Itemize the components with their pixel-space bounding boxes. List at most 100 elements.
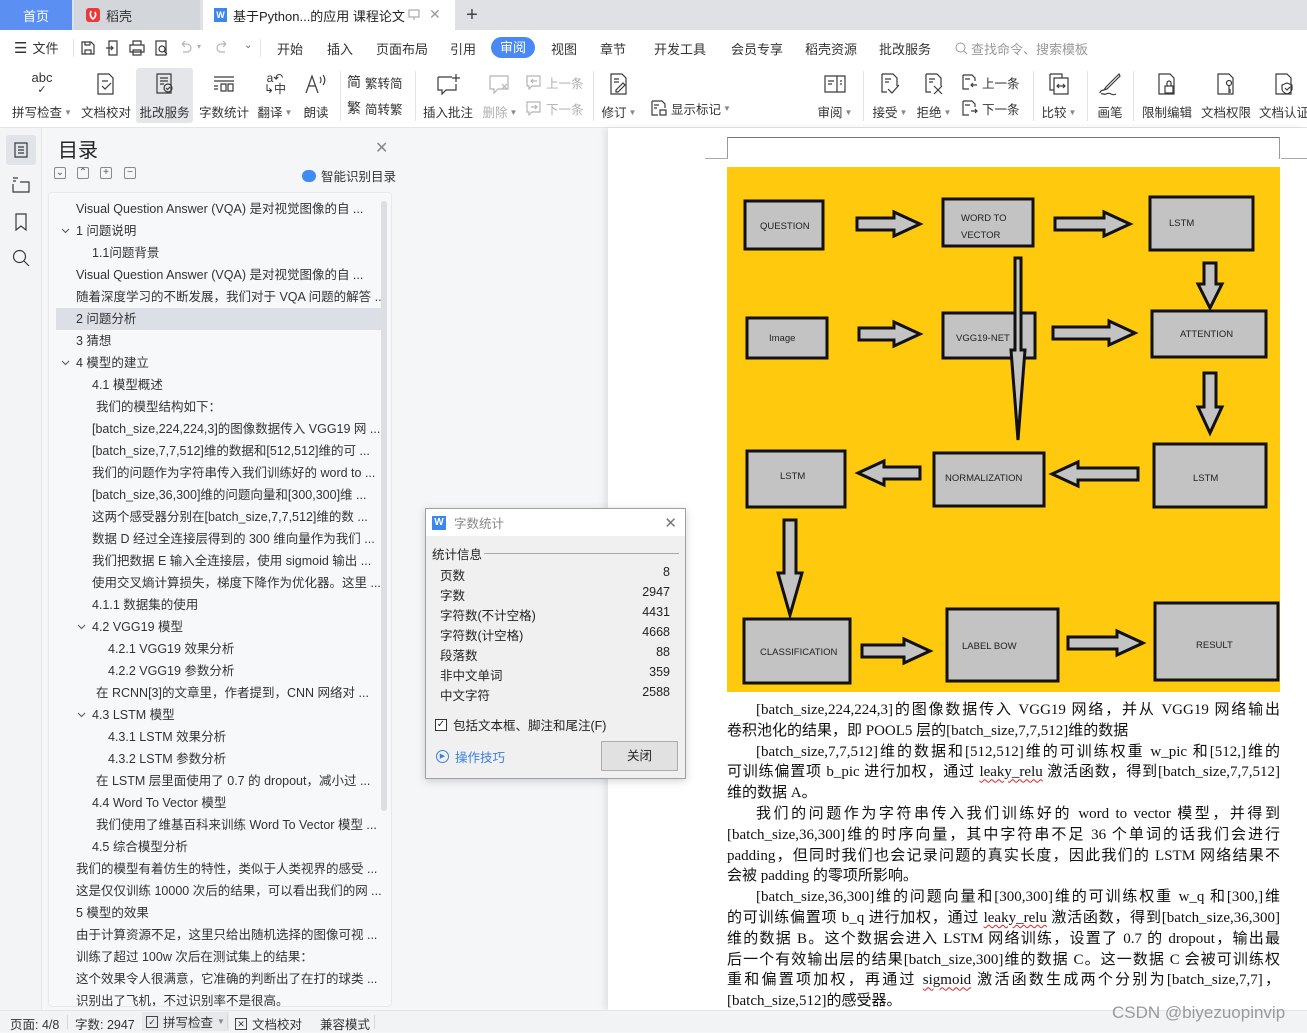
toc-item[interactable]: [batch_size,7,7,512]维的数据和[512,512]维的可 ..…: [49, 440, 381, 462]
menu-tab-view[interactable]: 视图: [551, 39, 577, 58]
menu-tab-home[interactable]: 开始: [277, 39, 303, 58]
spelling-error-word[interactable]: leaky_relu: [984, 910, 1047, 926]
toc-item[interactable]: 5 模型的效果: [49, 902, 381, 924]
redo-icon[interactable]: [214, 40, 230, 56]
toc-item[interactable]: 我们的问题作为字符串传入我们训练好的 word to ...: [49, 462, 381, 484]
page-header-area[interactable]: [727, 137, 1280, 159]
chapter-nav-button[interactable]: [6, 170, 36, 200]
document-body-text[interactable]: [batch_size,224,224,3]的图像数据传入 VGG19 网络，并…: [727, 700, 1280, 1012]
toc-item[interactable]: [batch_size,224,224,3]的图像数据传入 VGG19 网 ..…: [49, 418, 381, 440]
toc-item[interactable]: 1.1问题背景: [49, 242, 381, 264]
insert-comment-button[interactable]: 插入批注: [421, 68, 475, 123]
save-icon[interactable]: [80, 40, 96, 56]
toc-item[interactable]: 这是仅仅训练 10000 次后的结果，可以看出我们的网 ...: [49, 880, 381, 902]
bookmark-button[interactable]: [6, 207, 36, 237]
simp-to-trad-button[interactable]: 繁简转繁: [347, 98, 403, 118]
grading-service-button[interactable]: 批改服务: [136, 68, 193, 123]
toc-item[interactable]: 随着深度学习的不断发展，我们对于 VQA 问题的解答 ...: [49, 286, 381, 308]
review-pane-button[interactable]: 审阅 ▼: [816, 68, 854, 123]
spell-check-status-button[interactable]: ✓ 拼写检查 ▼: [142, 1012, 229, 1031]
toc-item[interactable]: 我们把数据 E 输入全连接层，使用 sigmoid 输出 ...: [49, 550, 381, 572]
toc-item[interactable]: 4.5 综合模型分析: [49, 836, 381, 858]
toc-item[interactable]: 数据 D 经过全连接层得到的 300 维向量作为我们 ...: [49, 528, 381, 550]
menu-tab-review[interactable]: 审阅: [491, 37, 536, 58]
chevron-down-icon[interactable]: [61, 359, 70, 367]
toc-item-selected[interactable]: 2 问题分析: [56, 308, 381, 330]
undo-icon[interactable]: [178, 40, 194, 56]
toc-item[interactable]: Visual Question Answer (VQA) 是对视觉图像的自 ..…: [49, 198, 381, 220]
toc-item[interactable]: 这两个感受器分别在[batch_size,7,7,512]维的数 ...: [49, 506, 381, 528]
track-changes-button[interactable]: 修订 ▼: [600, 68, 638, 123]
menu-tab-daoke-resources[interactable]: 稻壳资源: [805, 39, 857, 58]
toc-scrollbar-thumb[interactable]: [381, 201, 387, 811]
tab-home[interactable]: 首页: [0, 0, 72, 30]
word-count-indicator[interactable]: 字数: 2947: [75, 1014, 135, 1033]
monitor-icon[interactable]: [408, 9, 420, 21]
menu-tab-references[interactable]: 引用: [450, 39, 476, 58]
tab-close-icon[interactable]: ✕: [429, 6, 441, 23]
read-aloud-button[interactable]: 朗读: [300, 68, 332, 123]
reject-button[interactable]: 拒绝 ▼: [915, 68, 953, 123]
toc-item[interactable]: 4.3 LSTM 模型: [49, 704, 381, 726]
show-markup-button[interactable]: 显示标记 ▼: [651, 98, 731, 118]
toc-item[interactable]: 4.1 模型概述: [49, 374, 381, 396]
toc-item[interactable]: 我们的模型有着仿生的特性，类似于人类视界的感受 ...: [49, 858, 381, 880]
tab-document[interactable]: W 基于Python...的应用 课程论文 ✕: [203, 0, 455, 30]
toc-item[interactable]: 4.4 Word To Vector 模型: [49, 792, 381, 814]
toc-item[interactable]: 3 猜想: [49, 330, 381, 352]
toc-item[interactable]: 4.3.2 LSTM 参数分析: [49, 748, 381, 770]
doc-proof-button[interactable]: 文档校对: [80, 68, 132, 123]
prev-comment-button[interactable]: 上一条: [526, 72, 584, 92]
trad-to-simp-button[interactable]: 简繁转简: [347, 72, 403, 92]
chevron-down-icon[interactable]: [77, 711, 86, 719]
quick-access-more-icon[interactable]: ⌄: [244, 40, 252, 51]
menu-tab-developer[interactable]: 开发工具: [654, 39, 706, 58]
toc-item[interactable]: 在 RCNN[3]的文章里，作者提到，CNN 网络对 ...: [49, 682, 381, 704]
export-pdf-icon[interactable]: [105, 40, 121, 56]
menu-tab-insert[interactable]: 插入: [327, 39, 353, 58]
pen-button[interactable]: 画笔: [1094, 68, 1126, 123]
toc-item[interactable]: 1 问题说明: [49, 220, 381, 242]
expand-all-icon[interactable]: ⌄: [54, 167, 66, 179]
find-button[interactable]: [6, 243, 36, 273]
restrict-editing-button[interactable]: 限制编辑: [1140, 68, 1194, 123]
menu-tab-grading[interactable]: 批改服务: [879, 39, 931, 58]
toc-item[interactable]: 使用交叉熵计算损失，梯度下降作为优化器。这里 ...: [49, 572, 381, 594]
toc-item[interactable]: 由于计算资源不足，这里只给出随机选择的图像可视 ...: [49, 924, 381, 946]
close-icon[interactable]: ✕: [664, 514, 677, 532]
toc-item[interactable]: 4.1.1 数据集的使用: [49, 594, 381, 616]
word-count-button[interactable]: 字数统计: [198, 68, 250, 123]
toc-item[interactable]: 4.2.1 VGG19 效果分析: [49, 638, 381, 660]
spelling-error-word[interactable]: leaky_relu: [979, 764, 1042, 780]
delete-comment-button[interactable]: 删除 ▼: [481, 68, 519, 123]
toc-item[interactable]: [batch_size,36,300]维的问题向量和[300,300]维 ...: [49, 484, 381, 506]
toc-item[interactable]: 4.2.2 VGG19 参数分析: [49, 660, 381, 682]
new-tab-button[interactable]: +: [462, 4, 482, 26]
remove-heading-icon[interactable]: −: [124, 167, 136, 179]
undo-dropdown-icon[interactable]: ▾: [197, 42, 201, 51]
model-architecture-diagram[interactable]: QUESTION WORD TO VECTOR LSTM Image VGG19…: [727, 167, 1280, 692]
accept-button[interactable]: 接受 ▼: [871, 68, 909, 123]
collapse-all-icon[interactable]: ⌃: [77, 167, 89, 179]
menu-tab-member[interactable]: 会员专享: [731, 39, 783, 58]
tips-link[interactable]: ▶ 操作技巧: [436, 747, 505, 766]
toc-item[interactable]: 我们的模型结构如下：: [49, 396, 381, 418]
translate-button[interactable]: a↶ ↳中 翻译 ▼: [256, 68, 294, 123]
menu-tab-chapter[interactable]: 章节: [600, 39, 626, 58]
spelling-error-word[interactable]: sigmoid: [923, 972, 971, 988]
chevron-down-icon[interactable]: [61, 227, 70, 235]
spell-check-button[interactable]: abc ✓ 拼写检查 ▼: [10, 68, 74, 123]
next-change-button[interactable]: 下一条: [962, 98, 1020, 118]
chevron-down-icon[interactable]: [77, 623, 86, 631]
toc-item[interactable]: Visual Question Answer (VQA) 是对视觉图像的自 ..…: [49, 264, 381, 286]
print-preview-icon[interactable]: [154, 40, 170, 56]
toc-item[interactable]: 识别出了飞机，不过识别率不是很高。: [49, 990, 381, 1006]
doc-proof-status-button[interactable]: ✕ 文档校对: [235, 1014, 302, 1033]
toc-item[interactable]: 这个效果令人很满意，它准确的判断出了在打的球类 ...: [49, 968, 381, 990]
toc-item[interactable]: 在 LSTM 层里面使用了 0.7 的 dropout，减小过 ...: [49, 770, 381, 792]
next-comment-button[interactable]: 下一条: [526, 98, 584, 118]
command-search[interactable]: 查找命令、搜索模板: [955, 39, 1088, 58]
doc-permission-button[interactable]: 文档权限: [1199, 68, 1253, 123]
compare-button[interactable]: 比较 ▼: [1040, 68, 1078, 123]
prev-change-button[interactable]: 上一条: [962, 72, 1020, 92]
